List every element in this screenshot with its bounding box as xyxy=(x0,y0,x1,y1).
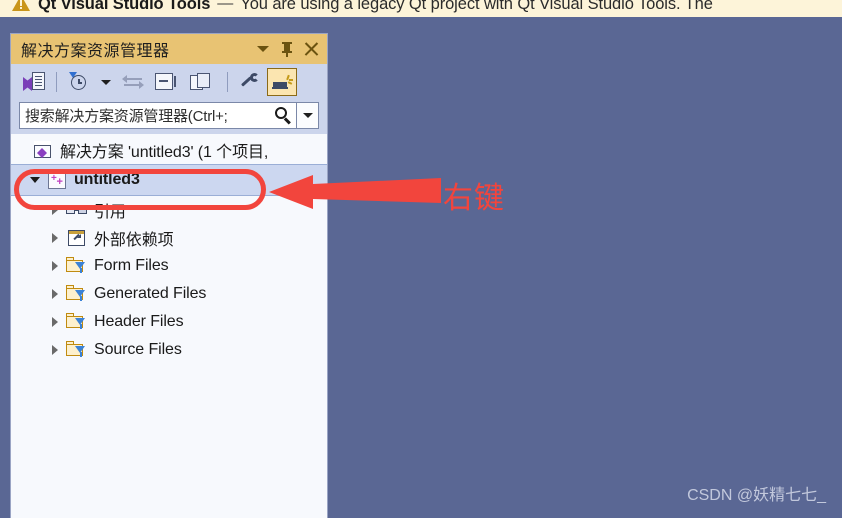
qt-vs-tools-banner: Qt Visual Studio Tools — You are using a… xyxy=(0,0,842,17)
search-icon xyxy=(274,107,292,125)
solution-tree: 解决方案 'untitled3' (1 个项目, + + untitled3 引… xyxy=(11,134,327,518)
expander-toggle[interactable] xyxy=(45,308,65,336)
wrench-icon xyxy=(240,72,260,92)
page-title: 解决方案资源管理器 xyxy=(21,43,170,60)
sync-document-icon xyxy=(23,72,45,92)
banner-title: Qt Visual Studio Tools xyxy=(38,0,211,13)
chevron-down-icon xyxy=(302,113,313,118)
solution-explorer-toolbar xyxy=(11,64,327,100)
expander-toggle[interactable] xyxy=(45,336,65,364)
tree-row-source-files[interactable]: Source Files xyxy=(11,336,327,364)
expander-toggle[interactable] xyxy=(45,196,65,224)
chevron-down-icon xyxy=(30,177,40,183)
chevron-right-icon xyxy=(52,317,58,327)
toolbar-separator xyxy=(227,72,228,92)
collapse-all-icon xyxy=(155,72,176,92)
clock-filter-icon xyxy=(69,72,89,92)
show-all-files-icon xyxy=(190,72,212,92)
chevron-right-icon xyxy=(52,345,58,355)
tree-row-external-dependencies[interactable]: 外部依赖项 xyxy=(11,224,327,252)
banner-dash: — xyxy=(217,0,234,12)
pending-changes-filter-button[interactable] xyxy=(64,68,94,96)
chevron-down-icon xyxy=(257,46,269,52)
tree-row-label: untitled3 xyxy=(74,171,140,188)
chevron-down-icon xyxy=(101,79,111,85)
tree-row-solution[interactable]: 解决方案 'untitled3' (1 个项目, xyxy=(11,136,327,164)
tree-row-label: Header Files xyxy=(94,313,184,330)
tree-row-header-files[interactable]: Header Files xyxy=(11,308,327,336)
tree-row-label: 引用 xyxy=(94,204,126,221)
search-icon-button[interactable] xyxy=(270,103,296,128)
panel-title-bar: 解决方案资源管理器 xyxy=(11,34,327,64)
chevron-right-icon xyxy=(52,289,58,299)
chevron-right-icon xyxy=(52,233,58,243)
preview-selected-items-button[interactable] xyxy=(267,68,297,96)
toolbar-separator xyxy=(56,72,57,92)
panel-close-button[interactable] xyxy=(299,37,323,61)
show-all-files-button[interactable] xyxy=(182,68,220,96)
search-input[interactable]: 搜索解决方案资源管理器(Ctrl+; xyxy=(19,102,297,129)
tree-row-references[interactable]: 引用 xyxy=(11,196,327,224)
filter-folder-icon xyxy=(65,339,89,361)
banner-message: You are using a legacy Qt project with Q… xyxy=(240,0,713,13)
cpp-project-icon: + + xyxy=(45,169,69,191)
properties-button[interactable] xyxy=(235,68,265,96)
collapse-all-button[interactable] xyxy=(150,68,180,96)
search-options-dropdown[interactable] xyxy=(297,102,319,129)
warning-triangle-icon xyxy=(12,0,32,13)
tree-row-form-files[interactable]: Form Files xyxy=(11,252,327,280)
tree-row-label: Generated Files xyxy=(94,285,207,302)
panel-menu-button[interactable] xyxy=(251,37,275,61)
close-icon xyxy=(303,41,319,57)
pending-changes-filter-dropdown[interactable] xyxy=(96,68,116,96)
tree-row-label: 解决方案 'untitled3' (1 个项目, xyxy=(60,144,269,161)
tree-row-label: 外部依赖项 xyxy=(94,232,174,249)
preview-pane-icon xyxy=(272,73,293,91)
references-icon xyxy=(65,199,89,221)
expander-toggle[interactable] xyxy=(45,280,65,308)
chevron-right-icon xyxy=(52,261,58,271)
search-row: 搜索解决方案资源管理器(Ctrl+; xyxy=(11,100,327,134)
filter-folder-icon xyxy=(65,311,89,333)
annotation-label: 右键 xyxy=(443,182,505,215)
navigate-backward-forward-button[interactable] xyxy=(118,68,148,96)
search-placeholder: 搜索解决方案资源管理器(Ctrl+; xyxy=(25,108,228,125)
chevron-right-icon xyxy=(52,205,58,215)
expander-placeholder xyxy=(11,136,31,164)
tree-row-generated-files[interactable]: Generated Files xyxy=(11,280,327,308)
tree-row-project-untitled3[interactable]: + + untitled3 xyxy=(11,164,327,196)
tree-row-label: Source Files xyxy=(94,341,182,358)
solution-icon xyxy=(31,139,55,161)
expander-toggle[interactable] xyxy=(25,166,45,194)
expander-toggle[interactable] xyxy=(45,224,65,252)
sync-with-active-document-button[interactable] xyxy=(19,68,49,96)
panel-pin-button[interactable] xyxy=(275,37,299,61)
watermark: CSDN @妖精七七_ xyxy=(687,487,826,504)
tree-row-label: Form Files xyxy=(94,257,169,274)
navigate-arrows-icon xyxy=(122,75,144,89)
solution-explorer-panel: 解决方案资源管理器 搜索解决方案资源管理器(Ctrl+; 解决方案 'untit… xyxy=(10,33,328,518)
expander-toggle[interactable] xyxy=(45,252,65,280)
pin-icon xyxy=(280,41,294,57)
filter-folder-icon xyxy=(65,283,89,305)
external-dependencies-icon xyxy=(65,227,89,249)
filter-folder-icon xyxy=(65,255,89,277)
